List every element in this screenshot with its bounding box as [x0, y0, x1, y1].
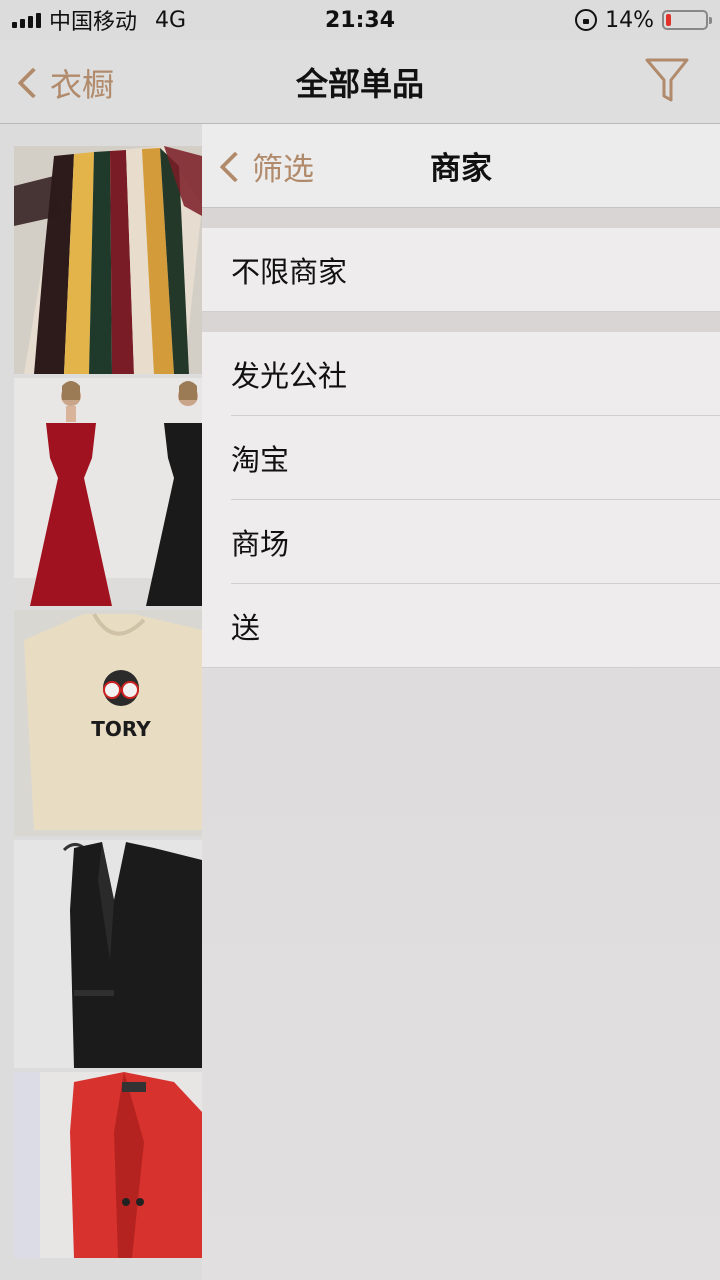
item-thumbnail[interactable]: [14, 1072, 202, 1258]
merchant-option[interactable]: 发光公社: [202, 332, 720, 416]
rotation-lock-icon: [575, 9, 598, 31]
battery-fill: [666, 14, 671, 26]
nav-bar: 衣橱 全部单品: [0, 40, 720, 124]
network-label: 4G: [155, 7, 187, 33]
hoodie-print-text: TORY: [91, 717, 151, 741]
section-gap: [202, 208, 720, 228]
tory-hoodie-photo: TORY: [14, 610, 202, 836]
status-right: 14%: [575, 7, 712, 33]
merchant-option[interactable]: 淘宝: [202, 416, 720, 500]
item-thumbnail[interactable]: [14, 146, 202, 374]
section-gap: [202, 312, 720, 332]
merchant-option[interactable]: 送: [202, 584, 720, 668]
back-button[interactable]: 衣橱: [14, 60, 114, 106]
item-thumbnail[interactable]: [14, 378, 202, 606]
chevron-left-icon: [17, 67, 49, 99]
status-left: 中国移动 4G: [12, 4, 186, 36]
item-grid: TORY: [14, 146, 202, 1262]
merchant-option-label: 不限商家: [231, 254, 348, 289]
filter-panel: 筛选 商家 不限商家 发光公社 淘宝 商场 送: [202, 124, 720, 1280]
striped-dress-photo: [14, 146, 202, 374]
funnel-icon[interactable]: [644, 56, 690, 108]
battery-icon: [662, 10, 712, 30]
item-thumbnail[interactable]: [14, 840, 202, 1068]
carrier-label: 中国移动: [49, 10, 138, 35]
merchant-option-label: 发光公社: [231, 359, 348, 393]
filter-panel-header: 筛选 商家: [202, 124, 720, 208]
screen: 中国移动 4G 21:34 14% 衣橱 全部单品 TORY 筛选 商家 不限商…: [0, 0, 720, 1280]
filter-panel-title: 商家: [430, 151, 492, 187]
status-bar: 中国移动 4G 21:34 14%: [0, 0, 720, 40]
chevron-left-icon: [219, 150, 251, 183]
item-thumbnail[interactable]: TORY: [14, 610, 202, 836]
merchant-option-label: 送: [231, 610, 261, 645]
red-coat-photo: [14, 1072, 202, 1258]
merchant-option-label: 淘宝: [231, 443, 290, 477]
page-title: 全部单品: [295, 64, 424, 103]
black-vest-photo: [14, 840, 202, 1068]
back-label: 衣橱: [50, 66, 115, 104]
merchant-option[interactable]: 商场: [202, 500, 720, 584]
signal-icon: [12, 12, 41, 28]
red-and-black-gowns-photo: [14, 378, 202, 606]
merchant-option-label: 商场: [231, 527, 290, 561]
filter-back-label: 筛选: [252, 152, 314, 188]
battery-percent: 14%: [605, 7, 654, 33]
merchant-option-all[interactable]: 不限商家: [202, 228, 720, 312]
filter-back-button[interactable]: 筛选: [216, 144, 314, 189]
